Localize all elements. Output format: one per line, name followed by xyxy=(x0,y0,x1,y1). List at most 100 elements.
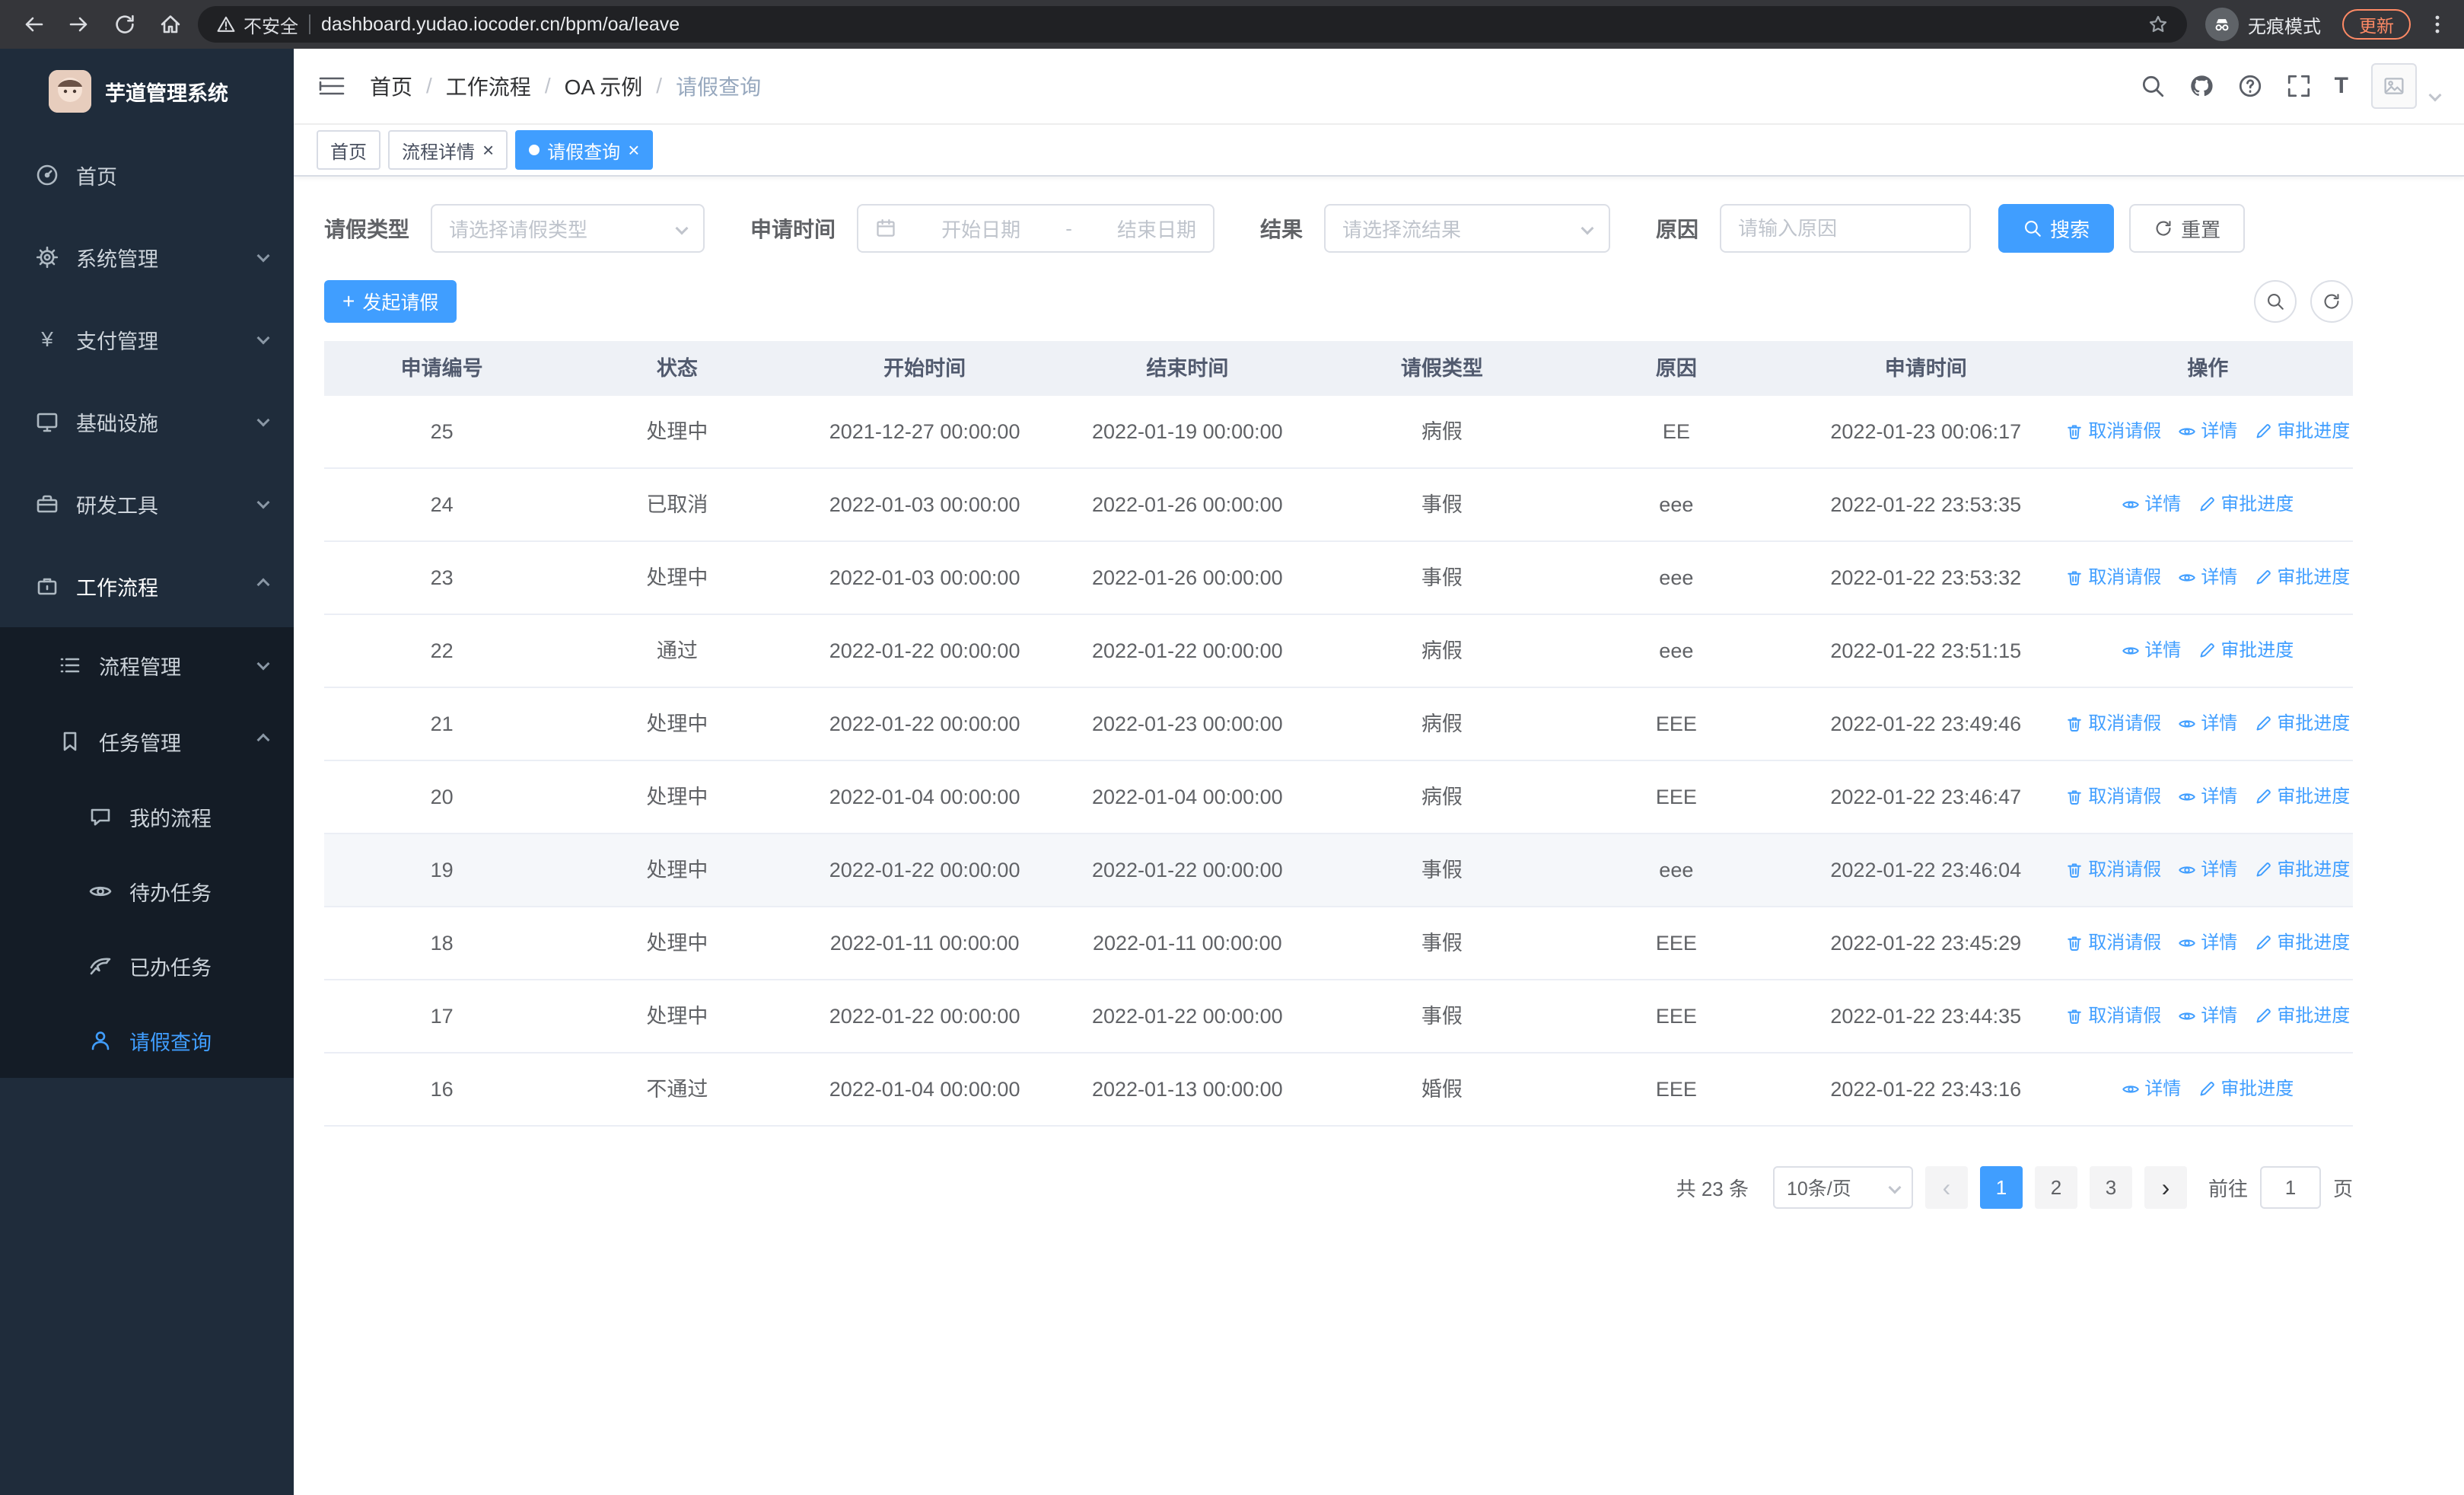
table-row[interactable]: 20 处理中 2022-01-04 00:00:00 2022-01-04 00… xyxy=(324,761,2353,834)
table-row[interactable]: 23 处理中 2022-01-03 00:00:00 2022-01-26 00… xyxy=(324,542,2353,615)
browser-update-button[interactable]: 更新 xyxy=(2342,9,2411,40)
sidebar-item-home[interactable]: 首页 xyxy=(0,134,294,216)
action-label: 审批进度 xyxy=(2277,1006,2351,1026)
github-icon[interactable] xyxy=(2189,73,2214,99)
sidebar-item-task-mgmt[interactable]: 任务管理 xyxy=(0,703,294,779)
help-icon[interactable] xyxy=(2237,73,2263,99)
cancel-leave-link[interactable]: 取消请假 xyxy=(2065,688,2161,760)
detail-link[interactable]: 详情 xyxy=(2178,542,2237,614)
page-size-select[interactable]: 10条/页 xyxy=(1772,1166,1913,1209)
table-row[interactable]: 25 处理中 2021-12-27 00:00:00 2022-01-19 00… xyxy=(324,396,2353,469)
sidebar-item-devtools[interactable]: 研发工具 xyxy=(0,463,294,545)
table-row[interactable]: 18 处理中 2022-01-11 00:00:00 2022-01-11 00… xyxy=(324,907,2353,980)
user-avatar[interactable] xyxy=(2371,63,2417,109)
leave-type-select[interactable]: 请选择请假类型 xyxy=(431,204,705,253)
close-icon[interactable]: × xyxy=(482,140,494,160)
table-row[interactable]: 19 处理中 2022-01-22 00:00:00 2022-01-22 00… xyxy=(324,834,2353,907)
sidebar-item-workflow[interactable]: 工作流程 xyxy=(0,545,294,627)
table-row[interactable]: 24 已取消 2022-01-03 00:00:00 2022-01-26 00… xyxy=(324,469,2353,542)
search-button[interactable]: 搜索 xyxy=(1998,204,2115,253)
action-label: 详情 xyxy=(2201,713,2238,734)
table-row[interactable]: 22 通过 2022-01-22 00:00:00 2022-01-22 00:… xyxy=(324,615,2353,688)
page-button[interactable]: 2 xyxy=(2034,1166,2077,1209)
cancel-leave-link[interactable]: 取消请假 xyxy=(2065,761,2161,833)
approval-progress-link[interactable]: 审批进度 xyxy=(2254,542,2350,614)
leave-type-label: 请假类型 xyxy=(324,218,410,241)
browser-forward-button[interactable] xyxy=(61,6,97,43)
detail-link[interactable]: 详情 xyxy=(2178,396,2237,467)
eye-icon xyxy=(2179,939,2196,947)
security-indicator[interactable]: 不安全 xyxy=(216,11,298,38)
browser-menu-icon[interactable] xyxy=(2426,13,2449,36)
browser-refresh-button[interactable] xyxy=(107,6,143,43)
cell-start-time: 2022-01-22 00:00:00 xyxy=(829,712,1020,735)
detail-link[interactable]: 详情 xyxy=(2178,980,2237,1052)
approval-progress-link[interactable]: 审批进度 xyxy=(2198,469,2294,540)
sidebar-item-my-processes[interactable]: 我的流程 xyxy=(0,779,294,854)
sidebar-item-system[interactable]: 系统管理 xyxy=(0,216,294,298)
approval-progress-link[interactable]: 审批进度 xyxy=(2254,688,2350,760)
approval-progress-link[interactable]: 审批进度 xyxy=(2254,834,2350,906)
detail-link[interactable]: 详情 xyxy=(2122,469,2181,540)
cancel-leave-link[interactable]: 取消请假 xyxy=(2065,396,2161,467)
approval-progress-link[interactable]: 审批进度 xyxy=(2254,761,2350,833)
tab-home[interactable]: 首页 xyxy=(317,130,380,170)
table-row[interactable]: 16 不通过 2022-01-04 00:00:00 2022-01-13 00… xyxy=(324,1054,2353,1127)
app-logo[interactable]: 芋道管理系统 xyxy=(0,49,294,134)
breadcrumb-workflow[interactable]: 工作流程 xyxy=(446,71,531,101)
sidebar-item-todo-tasks[interactable]: 待办任务 xyxy=(0,854,294,929)
goto-page-input[interactable] xyxy=(2259,1166,2321,1209)
action-label: 取消请假 xyxy=(2088,567,2162,588)
detail-link[interactable]: 详情 xyxy=(2178,688,2237,760)
breadcrumb-oa[interactable]: OA 示例 xyxy=(565,71,643,101)
font-size-icon[interactable]: T xyxy=(2335,73,2348,99)
detail-link[interactable]: 详情 xyxy=(2178,761,2237,833)
browser-back-button[interactable] xyxy=(15,6,52,43)
approval-progress-link[interactable]: 审批进度 xyxy=(2254,396,2350,467)
page-button[interactable]: 1 xyxy=(1979,1166,2023,1209)
gear-icon xyxy=(35,245,59,269)
table-row[interactable]: 21 处理中 2022-01-22 00:00:00 2022-01-23 00… xyxy=(324,688,2353,761)
cancel-leave-link[interactable]: 取消请假 xyxy=(2065,907,2161,979)
table-row[interactable]: 17 处理中 2022-01-22 00:00:00 2022-01-22 00… xyxy=(324,980,2353,1054)
browser-home-button[interactable] xyxy=(152,6,189,43)
next-page-button[interactable]: › xyxy=(2144,1166,2187,1209)
approval-progress-link[interactable]: 审批进度 xyxy=(2198,615,2294,687)
result-select[interactable]: 请选择流结果 xyxy=(1324,204,1611,253)
cancel-leave-link[interactable]: 取消请假 xyxy=(2065,542,2161,614)
reason-input[interactable] xyxy=(1738,216,1953,241)
apply-time-range-picker[interactable]: 开始日期 - 结束日期 xyxy=(857,204,1215,253)
detail-link[interactable]: 详情 xyxy=(2122,615,2181,687)
detail-link[interactable]: 详情 xyxy=(2178,907,2237,979)
refresh-table-button[interactable] xyxy=(2310,280,2353,323)
avatar-dropdown-icon[interactable] xyxy=(2428,88,2442,102)
page-button[interactable]: 3 xyxy=(2089,1166,2132,1209)
reset-button[interactable]: 重置 xyxy=(2129,204,2246,253)
cancel-leave-link[interactable]: 取消请假 xyxy=(2065,980,2161,1052)
detail-link[interactable]: 详情 xyxy=(2178,834,2237,906)
top-navbar: 首页 / 工作流程 / OA 示例 / 请假查询 T xyxy=(294,49,2464,125)
fullscreen-icon[interactable] xyxy=(2286,73,2312,99)
toggle-search-button[interactable] xyxy=(2254,280,2297,323)
close-icon[interactable]: × xyxy=(628,140,639,160)
prev-page-button[interactable]: ‹ xyxy=(1924,1166,1968,1209)
bookmark-star-icon[interactable] xyxy=(2147,14,2169,35)
approval-progress-link[interactable]: 审批进度 xyxy=(2198,1054,2294,1125)
breadcrumb-home[interactable]: 首页 xyxy=(370,71,412,101)
sidebar-item-leave-query[interactable]: 请假查询 xyxy=(0,1003,294,1078)
sidebar-item-infra[interactable]: 基础设施 xyxy=(0,381,294,463)
sidebar-item-done-tasks[interactable]: 已办任务 xyxy=(0,929,294,1003)
approval-progress-link[interactable]: 审批进度 xyxy=(2254,907,2350,979)
tab-leave-query[interactable]: 请假查询 × xyxy=(515,130,654,170)
sidebar-collapse-icon[interactable] xyxy=(318,74,345,98)
table-toolbar: + 发起请假 xyxy=(324,280,2353,323)
search-icon[interactable] xyxy=(2140,73,2166,99)
address-bar[interactable]: 不安全 dashboard.yudao.iocoder.cn/bpm/oa/le… xyxy=(198,6,2187,43)
sidebar-item-payment[interactable]: ¥ 支付管理 xyxy=(0,298,294,381)
cancel-leave-link[interactable]: 取消请假 xyxy=(2065,834,2161,906)
approval-progress-link[interactable]: 审批进度 xyxy=(2254,980,2350,1052)
sidebar-item-process-mgmt[interactable]: 流程管理 xyxy=(0,627,294,703)
create-leave-button[interactable]: + 发起请假 xyxy=(324,280,457,323)
tab-process-detail[interactable]: 流程详情 × xyxy=(388,130,508,170)
detail-link[interactable]: 详情 xyxy=(2122,1054,2181,1125)
